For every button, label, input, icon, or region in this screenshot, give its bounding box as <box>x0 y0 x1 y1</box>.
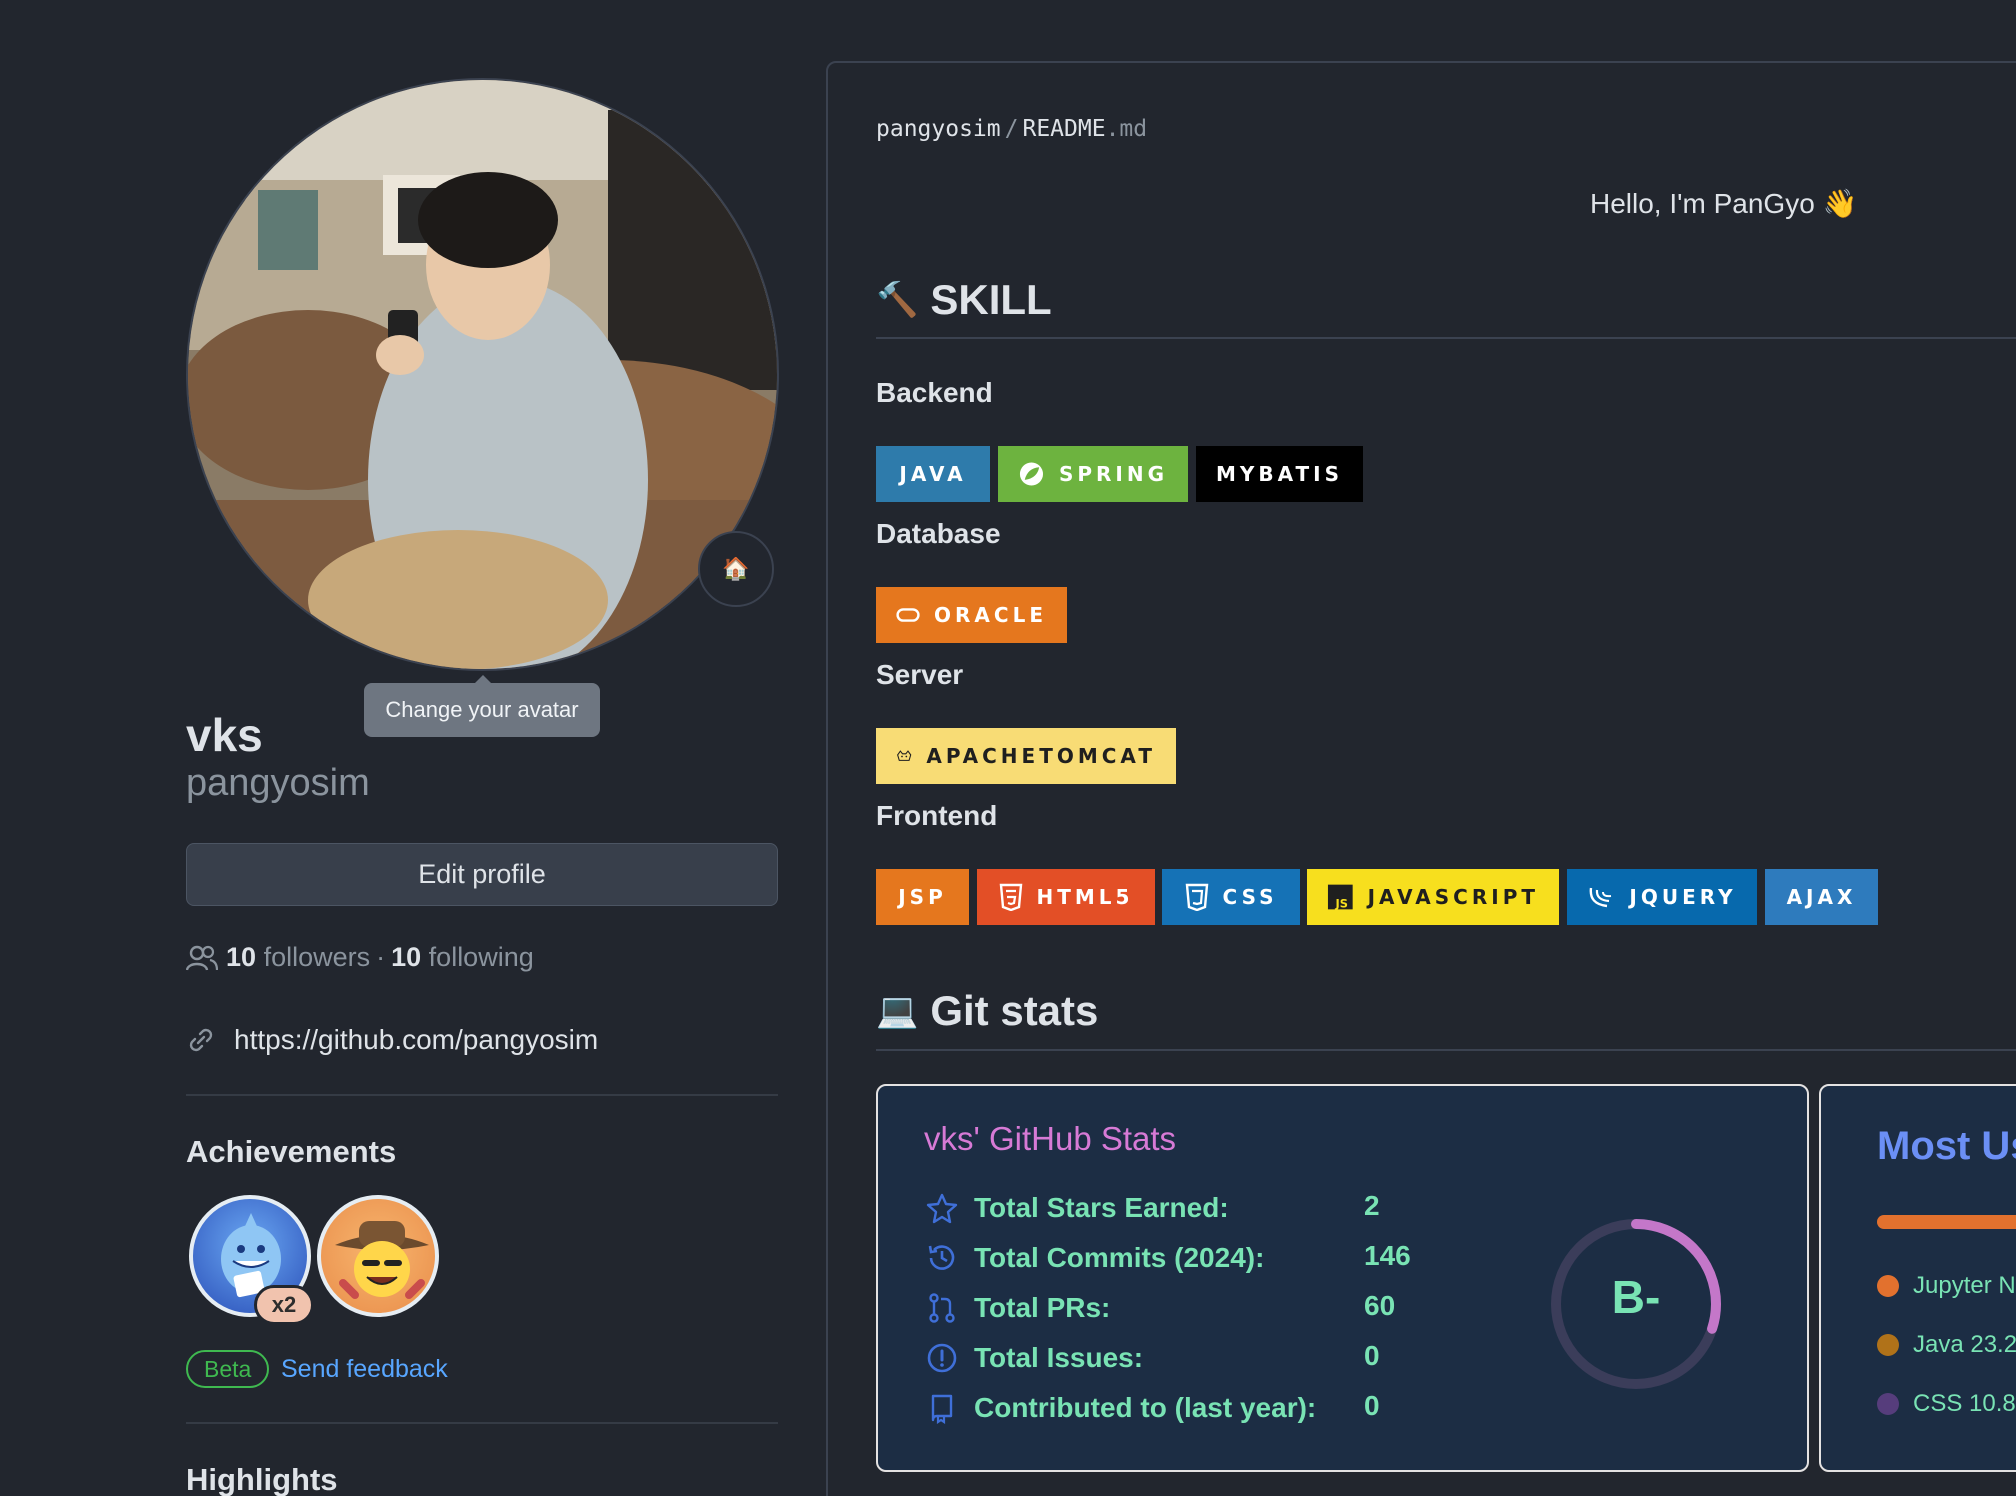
stat-value-issues: 0 <box>1364 1340 1380 1371</box>
pull-request-icon <box>929 1293 955 1323</box>
edit-profile-button[interactable]: Edit profile <box>186 843 778 906</box>
cowboy-icon <box>335 1221 429 1299</box>
profile-name: vks <box>186 709 263 761</box>
change-avatar-tooltip: Change your avatar <box>364 675 600 737</box>
gitstats-heading: 💻 Git stats <box>876 987 1099 1034</box>
divider <box>186 1094 778 1096</box>
laptop-icon: 💻 <box>876 992 919 1030</box>
spring-icon <box>1019 462 1044 486</box>
badge-mybatis[interactable]: MYBATIS <box>1196 446 1363 502</box>
badge-apachetomcat[interactable]: APACHETOMCAT <box>876 728 1176 784</box>
badge-css[interactable]: CSS <box>1162 869 1300 925</box>
follow-stats: 10 followers · 10 following <box>186 942 534 973</box>
badge-html5[interactable]: HTML5 <box>977 869 1155 925</box>
star-icon <box>926 1193 958 1224</box>
stat-row-stars: Total Stars Earned: <box>924 1190 1229 1226</box>
link-icon <box>189 1028 213 1052</box>
tomcat-icon <box>897 750 912 761</box>
profile-login: pangyosim <box>186 762 370 804</box>
group-label-backend: Backend <box>876 377 993 408</box>
badge-spring[interactable]: SPRING <box>998 446 1188 502</box>
javascript-icon: JS <box>1327 884 1353 910</box>
achievement-count-badge: x2 <box>254 1285 314 1325</box>
send-feedback-link[interactable]: Send feedback <box>281 1355 448 1384</box>
group-label-server: Server <box>876 659 964 690</box>
home-icon: 🏠 <box>722 556 750 581</box>
stat-value-commits: 146 <box>1364 1240 1411 1271</box>
lang-color-dot <box>1877 1393 1899 1415</box>
stat-value-prs: 60 <box>1364 1290 1396 1321</box>
stat-value-contributed: 0 <box>1364 1390 1380 1421</box>
lang-item: Jupyter N <box>1877 1272 2016 1300</box>
following-link[interactable]: 10 following <box>391 942 534 973</box>
heading-rule <box>876 337 2016 339</box>
stat-value-stars: 2 <box>1364 1190 1380 1221</box>
stat-row-prs: Total PRs: <box>924 1290 1110 1326</box>
highlights-heading: Highlights <box>186 1462 338 1496</box>
stat-row-issues: Total Issues: <box>924 1340 1143 1376</box>
langs-card-title: Most Us <box>1877 1124 2016 1168</box>
stats-card-title: vks' GitHub Stats <box>924 1120 1177 1157</box>
cowboy-achievement-badge[interactable] <box>317 1195 439 1317</box>
css3-icon <box>1185 883 1208 911</box>
group-label-database: Database <box>876 518 1001 549</box>
lang-color-dot <box>1877 1334 1899 1356</box>
repo-owner-link[interactable]: pangyosim <box>876 116 1001 142</box>
beta-label: Beta <box>186 1350 270 1388</box>
stat-row-commits: Total Commits (2024): <box>924 1240 1264 1276</box>
svg-text:JS: JS <box>1335 896 1348 910</box>
avatar-photo <box>188 80 777 669</box>
jquery-icon <box>1590 887 1612 908</box>
badge-ajax[interactable]: AJAX <box>1765 869 1878 925</box>
divider <box>186 1422 778 1424</box>
heading-rule <box>876 1049 2016 1051</box>
grade-label: B- <box>1611 1271 1661 1323</box>
badge-oracle[interactable]: ORACLE <box>876 587 1067 643</box>
website-link[interactable]: https://github.com/pangyosim <box>234 1024 598 1056</box>
oracle-icon <box>896 608 920 622</box>
stat-row-contributed: Contributed to (last year): <box>924 1390 1316 1426</box>
achievements-heading: Achievements <box>186 1134 397 1169</box>
badge-jsp[interactable]: JSP <box>876 869 969 925</box>
lang-item: Java 23.2 <box>1877 1331 2016 1359</box>
avatar[interactable] <box>186 78 779 671</box>
lang-item: CSS 10.8C <box>1877 1390 2016 1418</box>
followers-link[interactable]: 10 followers <box>226 942 370 973</box>
langs-progress-bar <box>1877 1215 2016 1229</box>
html5-icon <box>999 883 1022 911</box>
badge-java[interactable]: JAVA <box>876 446 990 502</box>
history-icon <box>928 1245 955 1270</box>
issue-icon <box>927 1343 957 1373</box>
lang-color-dot <box>1877 1275 1899 1297</box>
people-icon <box>186 945 218 970</box>
skill-heading: 🔨 SKILL <box>876 276 1052 323</box>
website-row: https://github.com/pangyosim <box>186 1024 598 1056</box>
repo-icon <box>931 1394 953 1424</box>
readme-file-link[interactable]: README.md <box>1022 116 1147 142</box>
readme-path: pangyosim / README.md <box>876 116 1148 142</box>
hammer-icon: 🔨 <box>876 281 919 319</box>
readme-greeting: Hello, I'm PanGyo 👋 <box>1590 188 1858 219</box>
group-label-frontend: Frontend <box>876 800 998 831</box>
badge-jquery[interactable]: JQUERY <box>1567 869 1757 925</box>
badge-javascript[interactable]: JS JAVASCRIPT <box>1307 869 1559 925</box>
status-home-button[interactable]: 🏠 <box>698 531 774 607</box>
